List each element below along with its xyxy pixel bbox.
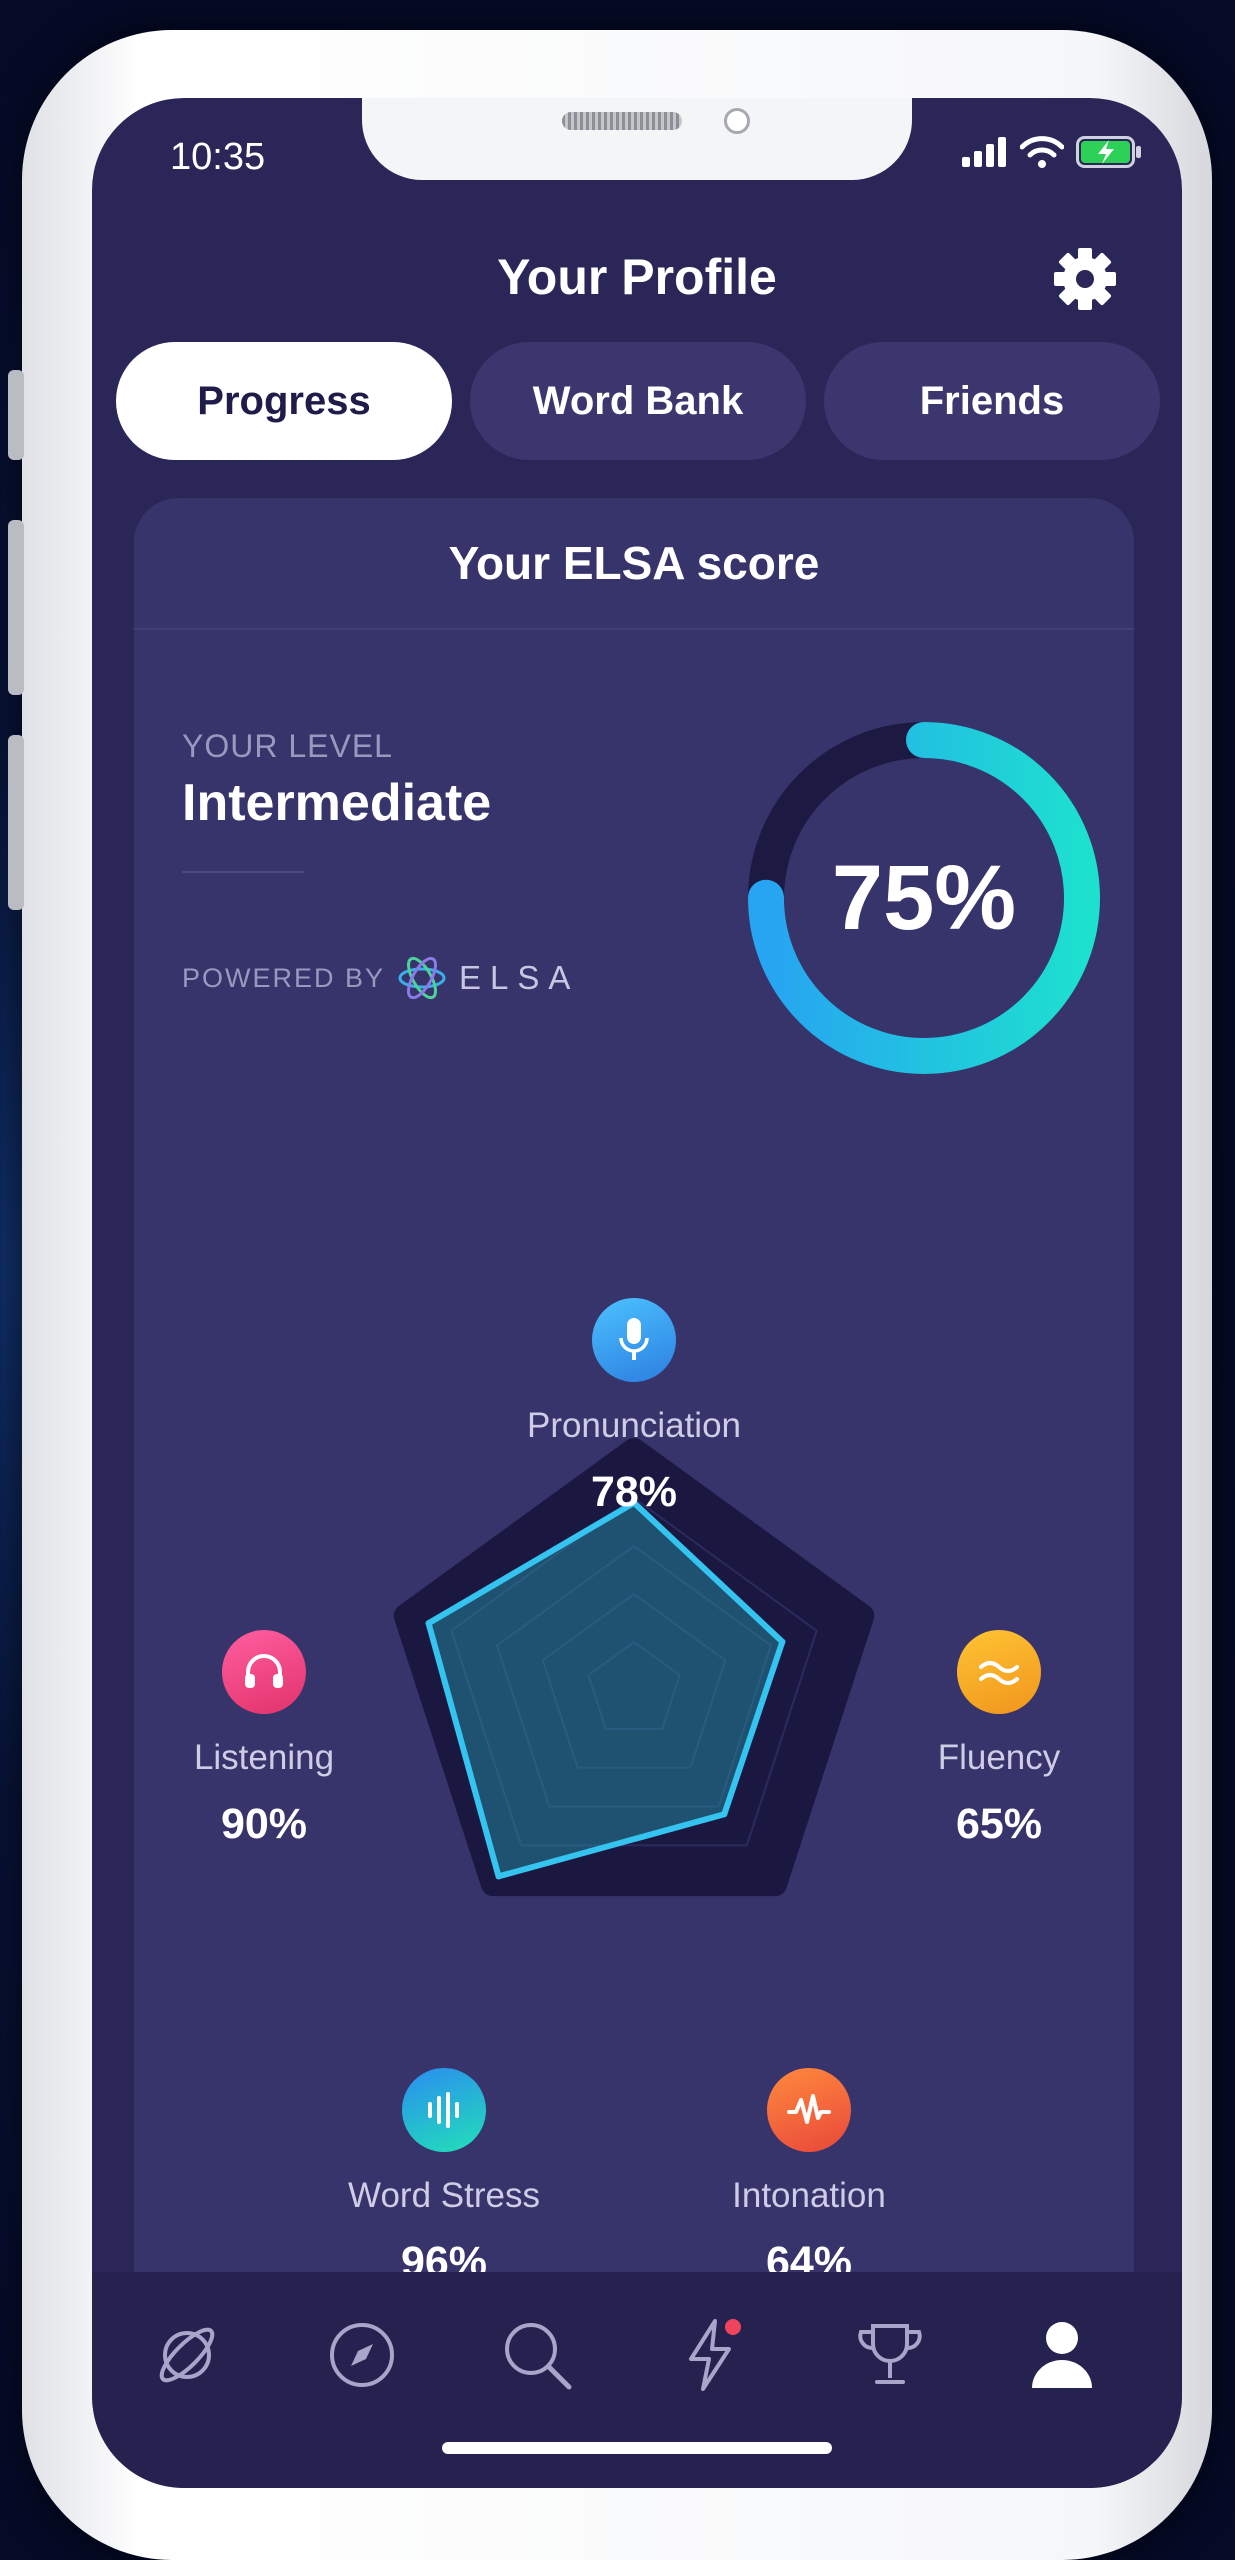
radar-point-listening [425, 1620, 432, 1627]
notification-badge [725, 2319, 741, 2335]
radar-point-word_stress [495, 1873, 502, 1880]
trophy-icon [858, 2324, 922, 2384]
nav-discover[interactable] [317, 2310, 407, 2400]
signal-icon [962, 137, 1006, 167]
skill-name: Fluency [937, 1738, 1061, 1777]
profile-icon [1032, 2322, 1092, 2388]
score-value: 75% [831, 846, 1017, 949]
compass-icon [330, 2323, 394, 2387]
status-icons [962, 136, 1142, 168]
side-button [8, 735, 24, 910]
tab-progress[interactable]: Progress [116, 342, 452, 460]
skill-intonation[interactable]: Intonation 64% [669, 2068, 949, 2287]
skill-name: Intonation [732, 2176, 886, 2215]
notch [362, 98, 912, 180]
elsa-logo-icon [398, 956, 446, 1000]
skill-fluency[interactable]: Fluency 65% [859, 1630, 1139, 1849]
nav-explore[interactable] [142, 2310, 232, 2400]
nav-leaderboard[interactable] [845, 2310, 935, 2400]
skill-percent: 78% [590, 1468, 678, 1516]
speaker-grille [562, 112, 682, 130]
skill-percent: 90% [220, 1800, 308, 1848]
skill-name: Listening [193, 1738, 335, 1777]
intonation-wave-icon [767, 2068, 851, 2152]
skill-percent: 65% [955, 1800, 1043, 1848]
card-title: Your ELSA score [134, 498, 1134, 630]
radar-point-fluency [779, 1638, 786, 1645]
microphone-icon [592, 1298, 676, 1382]
powered-by: POWERED BY ELSA [182, 951, 579, 1005]
brand-name: ELSA [459, 959, 580, 996]
skill-pronunciation[interactable]: Pronunciation 78% [494, 1298, 774, 1517]
bottom-nav [92, 2272, 1182, 2488]
elsa-score-card: Your ELSA score YOUR LEVEL Intermediate … [134, 498, 1134, 2458]
headphones-icon [222, 1630, 306, 1714]
powered-by-label: POWERED BY [182, 962, 386, 993]
soundwave-icon [402, 2068, 486, 2152]
tab-word-bank[interactable]: Word Bank [470, 342, 806, 460]
skill-word-stress[interactable]: Word Stress 96% [304, 2068, 584, 2287]
home-indicator [442, 2442, 832, 2454]
nav-search[interactable] [492, 2310, 582, 2400]
search-icon [505, 2323, 572, 2390]
radar-point-intonation [721, 1811, 728, 1818]
divider [182, 871, 304, 873]
side-button [8, 370, 24, 460]
app-screen: 10:35 Your Profile Progress Word Bank Fr… [92, 98, 1182, 2488]
gear-icon[interactable] [1052, 246, 1118, 312]
status-time: 10:35 [170, 136, 266, 178]
tab-friends[interactable]: Friends [824, 342, 1160, 460]
level-caption: YOUR LEVEL [182, 728, 393, 764]
skill-listening[interactable]: Listening 90% [124, 1630, 404, 1849]
battery-charging-icon [1076, 136, 1141, 168]
nav-activity[interactable] [667, 2310, 757, 2400]
lightning-icon [689, 2319, 741, 2391]
page-title: Your Profile [497, 249, 777, 305]
side-button [8, 520, 24, 695]
level-value: Intermediate [182, 774, 492, 832]
skill-name: Word Stress [348, 2176, 540, 2215]
waves-icon [957, 1630, 1041, 1714]
front-camera [724, 108, 750, 134]
planet-icon [159, 2327, 215, 2383]
wifi-icon [1020, 136, 1064, 168]
skill-name: Pronunciation [526, 1406, 742, 1445]
nav-profile[interactable] [1017, 2310, 1107, 2400]
